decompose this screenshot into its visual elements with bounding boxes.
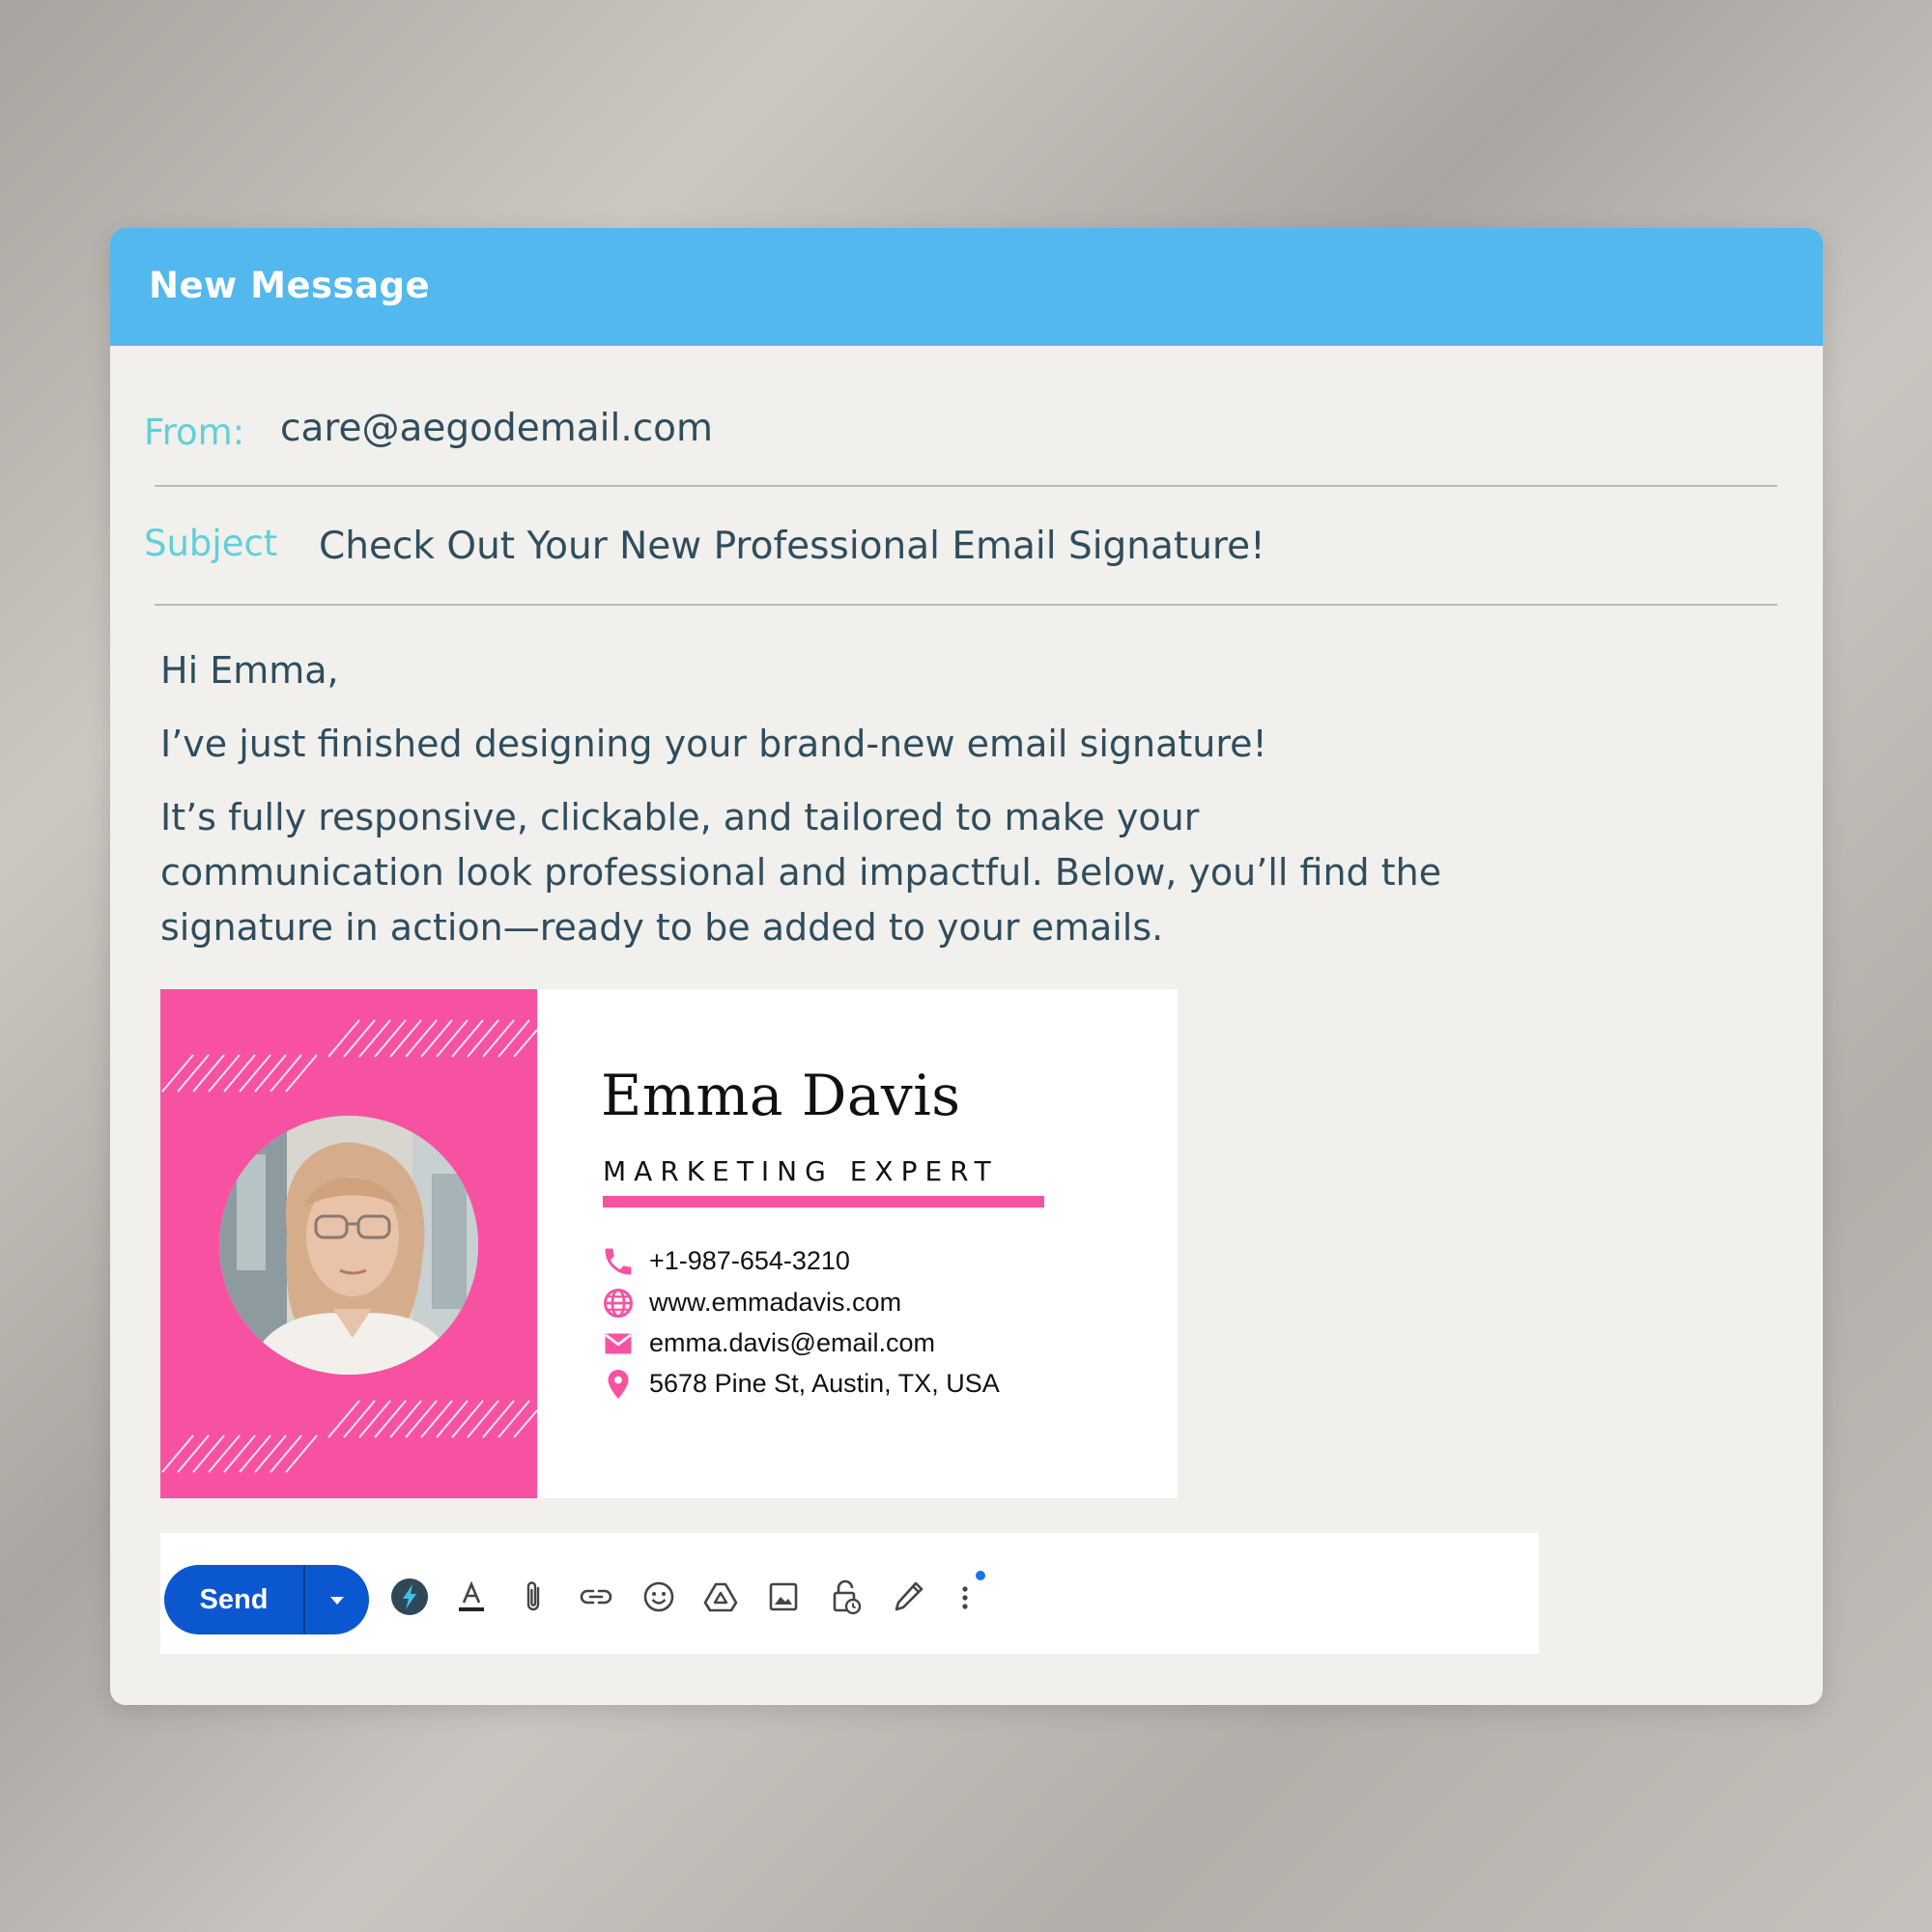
email-signature-card: Emma Davis MARKETING EXPERT +1-987-654-3… — [160, 989, 1178, 1498]
compose-toolbar: Send — [160, 1533, 1539, 1654]
signature-accent-bar — [603, 1196, 1044, 1208]
link-icon[interactable] — [575, 1576, 617, 1618]
signature-name: Emma Davis — [601, 1063, 961, 1128]
contact-address-text: 5678 Pine St, Austin, TX, USA — [649, 1369, 1000, 1398]
subject-field[interactable]: Check Out Your New Professional Email Si… — [319, 525, 1265, 568]
body-greeting: Hi Emma, — [160, 649, 339, 692]
contact-phone-text: +1-987-654-3210 — [649, 1246, 850, 1275]
signature-pen-icon[interactable] — [887, 1576, 929, 1618]
send-options-chevron-down-icon[interactable] — [305, 1565, 369, 1634]
compose-titlebar[interactable]: New Message — [110, 228, 1823, 346]
phone-icon — [605, 1248, 632, 1275]
from-field[interactable]: care@aegodemail.com — [280, 407, 713, 450]
ai-spark-icon[interactable] — [388, 1576, 431, 1618]
from-label: From: — [144, 412, 245, 453]
contact-email-text: emma.davis@email.com — [649, 1328, 935, 1357]
drive-icon[interactable] — [699, 1576, 742, 1618]
more-options-icon[interactable] — [949, 1560, 991, 1618]
body-paragraph-line: It’s fully responsive, clickable, and ta… — [160, 796, 1200, 838]
contact-website-text: www.emmadavis.com — [649, 1288, 902, 1317]
signature-accent-panel — [160, 989, 537, 1498]
body-paragraph-line: communication look professional and impa… — [160, 851, 1442, 894]
send-button-group: Send — [164, 1565, 369, 1634]
subject-divider — [155, 604, 1777, 606]
globe-icon — [604, 1289, 633, 1318]
subject-label: Subject — [144, 523, 278, 564]
image-icon[interactable] — [762, 1576, 805, 1618]
window-title: New Message — [149, 265, 431, 306]
body-paragraph-line: signature in action—ready to be added to… — [160, 906, 1164, 949]
compose-window: New Message From: care@aegodemail.com Su… — [110, 228, 1823, 1705]
text-format-icon[interactable] — [450, 1576, 493, 1618]
body-line: I’ve just finished designing your brand-… — [160, 723, 1267, 765]
signature-role: MARKETING EXPERT — [603, 1155, 999, 1187]
confidential-lock-icon[interactable] — [824, 1576, 867, 1618]
location-pin-icon — [608, 1370, 629, 1399]
send-button[interactable]: Send — [164, 1565, 303, 1634]
from-divider — [155, 485, 1777, 487]
mail-icon — [605, 1333, 632, 1354]
profile-photo — [219, 1116, 478, 1375]
attachment-icon[interactable] — [512, 1576, 554, 1618]
emoji-icon[interactable] — [638, 1576, 680, 1618]
